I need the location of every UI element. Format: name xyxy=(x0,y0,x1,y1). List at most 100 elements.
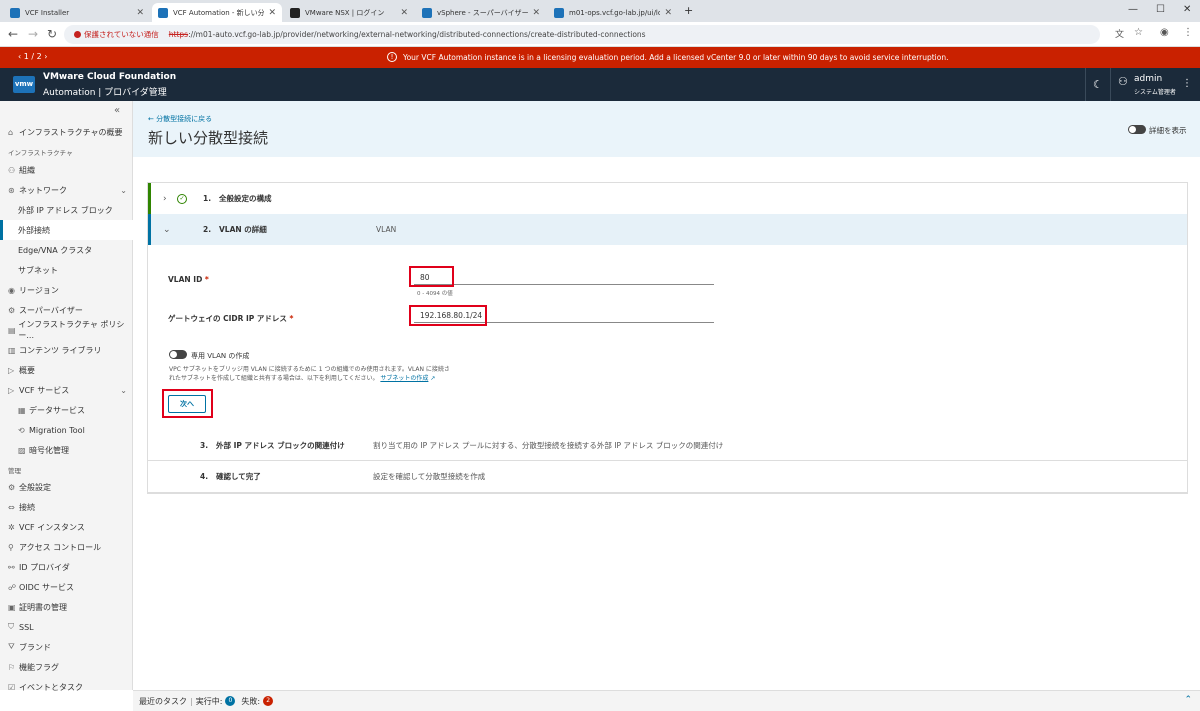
tab-title: VCF Automation - 新しい分散型接 xyxy=(173,8,265,17)
sidebar-item-subnets[interactable]: サブネット xyxy=(0,260,133,280)
back-arrow-icon[interactable]: ← xyxy=(8,27,18,41)
browser-tab[interactable]: VMware NSX | ログイン ✕ xyxy=(284,3,414,22)
collapse-sidebar-icon[interactable]: « xyxy=(114,105,120,116)
library-icon: ▥ xyxy=(8,345,16,355)
sidebar-item-access-control[interactable]: ⚲ アクセス コントロール xyxy=(0,537,133,557)
brand-title: VMware Cloud Foundation xyxy=(43,72,177,82)
sidebar-item-organizations[interactable]: ⚇ 組織 xyxy=(0,160,133,180)
browser-tab-active[interactable]: VCF Automation - 新しい分散型接 ✕ xyxy=(152,3,282,22)
chevron-down-icon: ⌄ xyxy=(120,385,127,395)
step-review-finish[interactable]: 4. 確認して完了 設定を確認して分散型接続を作成 xyxy=(147,461,1188,493)
nsx-favicon-icon xyxy=(290,7,300,18)
sidebar-item-overview[interactable]: ▷ 概要 xyxy=(0,360,133,380)
next-button[interactable]: 次へ xyxy=(168,395,206,413)
recent-tasks-bar[interactable]: 最近のタスク | 実行中: 0 失敗: 2 ⌃ xyxy=(133,690,1200,711)
more-options-icon[interactable]: ⋮ xyxy=(1182,78,1192,89)
close-tab-icon[interactable]: ✕ xyxy=(532,8,540,18)
overview-icon: ▷ xyxy=(8,365,15,375)
close-tab-icon[interactable]: ✕ xyxy=(664,8,672,18)
browser-tab-bar: VCF Installer ✕ VCF Automation - 新しい分散型接… xyxy=(0,0,1200,22)
tab-title: m01-ops.vcf.go-lab.jp/ui/login xyxy=(569,8,661,17)
sidebar-item-vcf-instances[interactable]: ✲ VCF インスタンス xyxy=(0,517,133,537)
tab-title: VCF Installer xyxy=(25,8,70,17)
dark-mode-icon[interactable]: ☾ xyxy=(1093,78,1103,91)
alert-icon: ! xyxy=(387,52,397,62)
sidebar-item-migration-tool[interactable]: ⟲ Migration Tool xyxy=(0,420,133,440)
sidebar-item-ssl[interactable]: ⛉ SSL xyxy=(0,617,133,637)
chevron-down-icon: ⌄ xyxy=(163,224,171,235)
back-link[interactable]: ← 分散型接続に戻る xyxy=(148,114,212,124)
services-icon: ▷ xyxy=(8,385,15,395)
sidebar-item-content-library[interactable]: ▥ コンテンツ ライブラリ xyxy=(0,340,133,360)
browser-tab[interactable]: vSphere - スーパーバイザー ✕ xyxy=(416,3,546,22)
page-header: ← 分散型接続に戻る 新しい分散型接続 詳細を表示 xyxy=(133,101,1200,157)
close-tab-icon[interactable]: ✕ xyxy=(268,8,276,18)
step-general-settings[interactable]: › ✓ 1. 全般設定の構成 xyxy=(148,183,1187,214)
sidebar-item-infra-policy[interactable]: ▤ インフラストラクチャ ポリシー... xyxy=(0,320,133,340)
browser-tab[interactable]: VCF Installer ✕ xyxy=(4,3,150,22)
bookmark-star-icon[interactable]: ☆ xyxy=(1134,27,1143,38)
vmware-favicon-icon xyxy=(10,7,20,18)
menu-kebab-icon[interactable]: ⋮ xyxy=(1183,27,1193,38)
step-ip-block-association[interactable]: 3. 外部 IP アドレス ブロックの関連付け 割り当て用の IP アドレス プ… xyxy=(147,430,1188,461)
sidebar-item-id-provider[interactable]: ⚯ ID プロバイダ xyxy=(0,557,133,577)
sidebar-item-infra-overview[interactable]: ⌂ インフラストラクチャの概要 xyxy=(0,122,133,142)
translate-icon[interactable]: 文 xyxy=(1115,27,1124,40)
sidebar-item-data-services[interactable]: ▦ データサービス xyxy=(0,400,133,420)
banner-message: Your VCF Automation instance is in a lic… xyxy=(403,52,949,62)
sidebar-item-vcf-services[interactable]: ▷ VCF サービス ⌄ xyxy=(0,380,133,400)
maximize-icon[interactable]: ☐ xyxy=(1156,4,1165,15)
user-role: システム管理者 xyxy=(1134,89,1176,96)
recent-tasks-label[interactable]: 最近のタスク xyxy=(139,696,187,707)
connection-icon: ⇔ xyxy=(8,502,15,512)
banner-pager[interactable]: ‹ 1 / 2 › xyxy=(18,52,47,61)
sidebar-item-connections[interactable]: ⇔ 接続 xyxy=(0,497,133,517)
insecure-badge[interactable]: 保護されていない通信 xyxy=(74,29,159,40)
vmware-favicon-icon xyxy=(158,7,168,18)
close-window-icon[interactable]: ✕ xyxy=(1183,4,1191,15)
network-icon: ⊛ xyxy=(8,185,15,195)
expand-tasks-icon[interactable]: ⌃ xyxy=(1184,695,1192,705)
migration-icon: ⟲ xyxy=(18,425,25,435)
browser-tab[interactable]: m01-ops.vcf.go-lab.jp/ui/login ✕ xyxy=(548,3,678,22)
cidr-highlight xyxy=(409,305,487,326)
org-icon: ⚇ xyxy=(8,165,16,175)
url-field[interactable]: 保護されていない通信 https://m01-auto.vcf.go-lab.j… xyxy=(64,25,1100,44)
minimize-icon[interactable]: — xyxy=(1128,4,1138,15)
forward-arrow-icon[interactable]: → xyxy=(28,27,38,41)
reload-icon[interactable]: ↻ xyxy=(47,27,57,41)
sidebar-item-external-connections[interactable]: 外部接続 xyxy=(0,220,133,240)
sidebar-item-regions[interactable]: ◉ リージョン xyxy=(0,280,133,300)
vlan-id-input[interactable]: 80 xyxy=(414,271,714,285)
shield-icon: ⛉ xyxy=(8,622,14,631)
dedicated-vlan-toggle[interactable] xyxy=(169,350,187,359)
user-icon[interactable]: ⚇ xyxy=(1118,75,1128,88)
sidebar-item-network[interactable]: ⊛ ネットワーク ⌄ xyxy=(0,180,133,200)
close-tab-icon[interactable]: ✕ xyxy=(400,8,408,18)
sidebar-item-feature-flags[interactable]: ⚐ 機能フラグ xyxy=(0,657,133,677)
sidebar-item-external-ip-blocks[interactable]: 外部 IP アドレス ブロック xyxy=(0,200,133,220)
sidebar-item-supervisor[interactable]: ⚙ スーパーバイザー xyxy=(0,300,133,320)
sidebar-item-encryption[interactable]: ▨ 暗号化管理 xyxy=(0,440,133,460)
vmware-logo: vmw xyxy=(13,76,35,93)
sidebar-item-oidc[interactable]: ☍ OIDC サービス xyxy=(0,577,133,597)
step-vlan-details[interactable]: ⌄ 2. VLAN の詳細 VLAN xyxy=(148,214,1187,245)
ops-favicon-icon xyxy=(554,7,564,18)
sidebar-item-general-settings[interactable]: ⚙ 全般設定 xyxy=(0,477,133,497)
vsphere-favicon-icon xyxy=(422,7,432,18)
sidebar-item-brand[interactable]: ⛛ ブランド xyxy=(0,637,133,657)
brand-subtitle: Automation | プロバイダ管理 xyxy=(43,88,167,98)
checklist-icon: ☑ xyxy=(8,682,16,692)
sidebar-item-events-tasks[interactable]: ☑ イベントとタスク xyxy=(0,677,133,697)
database-icon: ▦ xyxy=(18,405,26,415)
page-title: 新しい分散型接続 xyxy=(148,129,269,147)
details-toggle[interactable] xyxy=(1128,125,1146,134)
create-subnet-link[interactable]: サブネットの作成 xyxy=(380,375,428,382)
sidebar-item-edge-clusters[interactable]: Edge/VNA クラスタ xyxy=(0,240,133,260)
sidebar-item-certificates[interactable]: ▣ 証明書の管理 xyxy=(0,597,133,617)
brand-icon: ⛛ xyxy=(8,642,15,651)
user-name[interactable]: admin xyxy=(1134,74,1162,84)
close-tab-icon[interactable]: ✕ xyxy=(136,8,144,18)
new-tab-button[interactable]: + xyxy=(684,4,693,17)
profile-icon[interactable]: ◉ xyxy=(1160,27,1169,38)
